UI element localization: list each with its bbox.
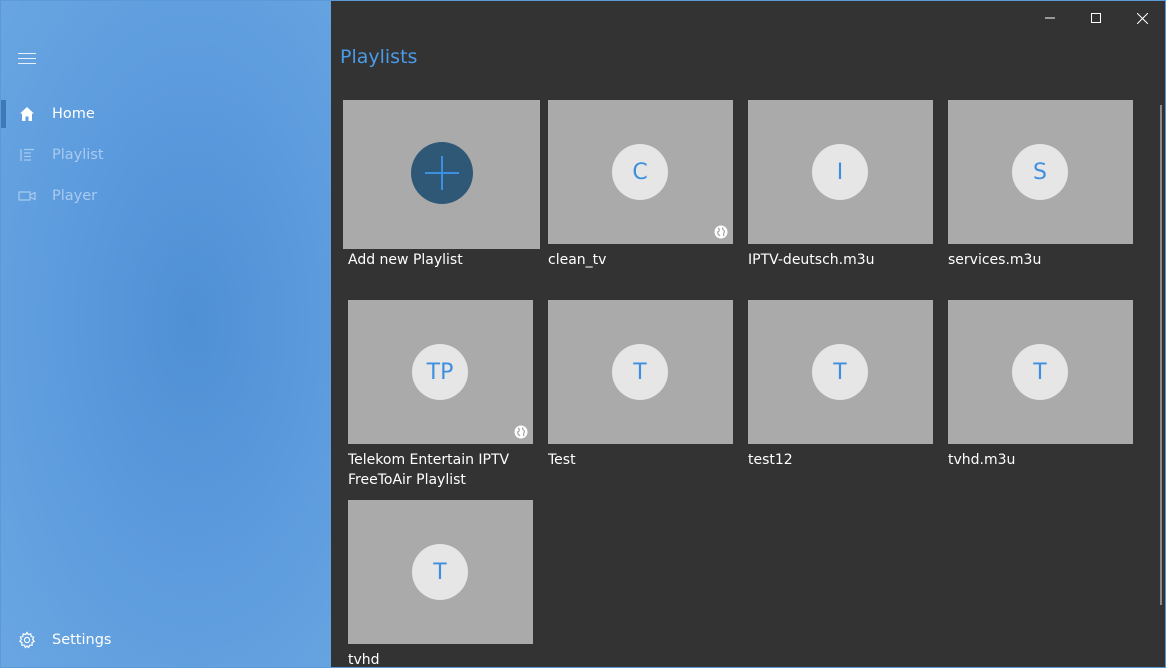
plus-icon (411, 142, 473, 204)
playlist-initials: I (812, 144, 868, 200)
add-playlist-tile[interactable]: Add new Playlist (343, 100, 540, 275)
gear-icon (18, 631, 36, 649)
hamburger-icon[interactable] (18, 53, 36, 67)
playlist-name: clean_tv (548, 252, 607, 268)
maximize-icon (1091, 13, 1101, 23)
playlist-name: services.m3u (948, 252, 1042, 268)
playlist-initials: S (1012, 144, 1068, 200)
nav-item-player[interactable]: Player (1, 176, 331, 216)
nav-item-label: Home (52, 106, 95, 122)
video-camera-icon (18, 187, 36, 205)
playlist-initials: T (412, 544, 468, 600)
nav-item-label: Player (52, 188, 98, 204)
playlist-name: test12 (748, 452, 793, 468)
selection-indicator (1, 100, 6, 128)
nav-item-label: Playlist (52, 147, 104, 163)
home-icon (18, 105, 36, 123)
minimize-button[interactable] (1027, 1, 1073, 35)
settings-label: Settings (52, 632, 112, 648)
app-window: Home Playlist Player Settings Playlists … (0, 0, 1166, 668)
playlist-name: Telekom Entertain IPTV FreeToAir Playlis… (348, 452, 510, 488)
globe-icon (514, 425, 528, 439)
tile-label: Add new Playlist (348, 252, 463, 268)
playlist-tile[interactable]: T tvhd (348, 500, 533, 668)
nav-item-home[interactable]: Home (1, 94, 331, 134)
playlist-tile[interactable]: TP Telekom Entertain IPTV FreeToAir Play… (348, 300, 533, 495)
playlist-initials: T (812, 344, 868, 400)
playlist-name: tvhd (348, 652, 380, 668)
list-icon (18, 146, 36, 164)
playlist-initials: T (612, 344, 668, 400)
navigation-pane: Home Playlist Player Settings (1, 1, 331, 667)
playlist-tile[interactable]: S services.m3u (948, 100, 1133, 275)
playlist-name: Test (548, 452, 576, 468)
playlist-initials: C (612, 144, 668, 200)
maximize-button[interactable] (1073, 1, 1119, 35)
minimize-icon (1045, 17, 1055, 19)
playlist-tile[interactable]: T Test (548, 300, 733, 475)
playlist-initials: T (1012, 344, 1068, 400)
page-title: Playlists (340, 46, 418, 68)
nav-item-settings[interactable]: Settings (1, 620, 331, 660)
vertical-scrollbar[interactable] (1160, 105, 1162, 605)
playlist-tile[interactable]: T test12 (748, 300, 933, 475)
close-icon (1136, 12, 1148, 24)
nav-item-playlist[interactable]: Playlist (1, 135, 331, 175)
playlist-tile[interactable]: I IPTV-deutsch.m3u (748, 100, 933, 275)
playlist-tile[interactable]: C clean_tv (548, 100, 733, 275)
playlist-name: tvhd.m3u (948, 452, 1016, 468)
playlist-initials: TP (412, 344, 468, 400)
playlist-tile[interactable]: T tvhd.m3u (948, 300, 1133, 475)
close-button[interactable] (1119, 1, 1165, 35)
playlist-name: IPTV-deutsch.m3u (748, 252, 875, 268)
globe-icon (714, 225, 728, 239)
